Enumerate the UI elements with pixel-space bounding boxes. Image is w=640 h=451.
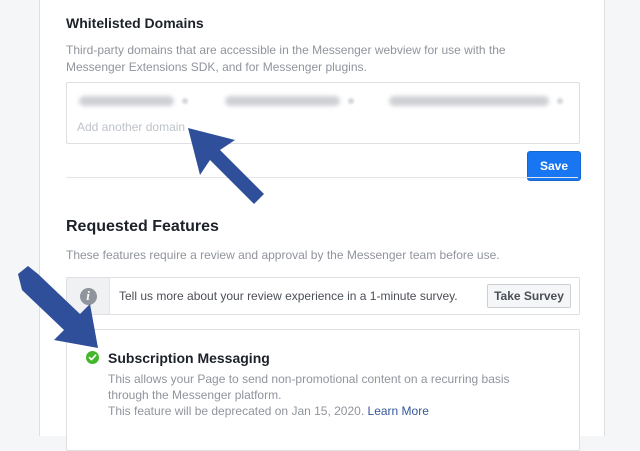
deprecation-text: This feature will be deprecated on Jan 1…	[108, 404, 365, 418]
whitelisted-domains-title: Whitelisted Domains	[66, 15, 204, 31]
feature-deprecation-note: This feature will be deprecated on Jan 1…	[108, 404, 429, 418]
settings-card: Whitelisted Domains Third-party domains …	[39, 0, 605, 451]
requested-features-title: Requested Features	[66, 218, 219, 235]
section-divider	[66, 177, 578, 178]
take-survey-button[interactable]: Take Survey	[487, 284, 571, 308]
requested-features-description: These features require a review and appr…	[66, 248, 500, 262]
feature-title: Subscription Messaging	[108, 350, 270, 366]
whitelisted-domains-description: Third-party domains that are accessible …	[66, 43, 506, 74]
domain-tokenizer[interactable]	[66, 82, 580, 144]
feature-card-subscription-messaging: Subscription Messaging This allows your …	[66, 329, 580, 451]
survey-message: Tell us more about your review experienc…	[119, 289, 458, 303]
domain-chip-redacted[interactable]	[79, 92, 188, 110]
domain-chip-redacted[interactable]	[389, 92, 563, 110]
remove-chip-icon[interactable]	[348, 98, 354, 104]
learn-more-link[interactable]: Learn More	[368, 404, 429, 418]
survey-banner: i Tell us more about your review experie…	[66, 277, 580, 315]
remove-chip-icon[interactable]	[182, 98, 188, 104]
domain-chip-redacted[interactable]	[225, 92, 354, 110]
annotation-arrow-icon	[188, 128, 264, 204]
feature-description: This allows your Page to send non-promot…	[108, 372, 510, 402]
annotation-arrow-icon	[18, 266, 98, 348]
remove-chip-icon[interactable]	[557, 98, 563, 104]
